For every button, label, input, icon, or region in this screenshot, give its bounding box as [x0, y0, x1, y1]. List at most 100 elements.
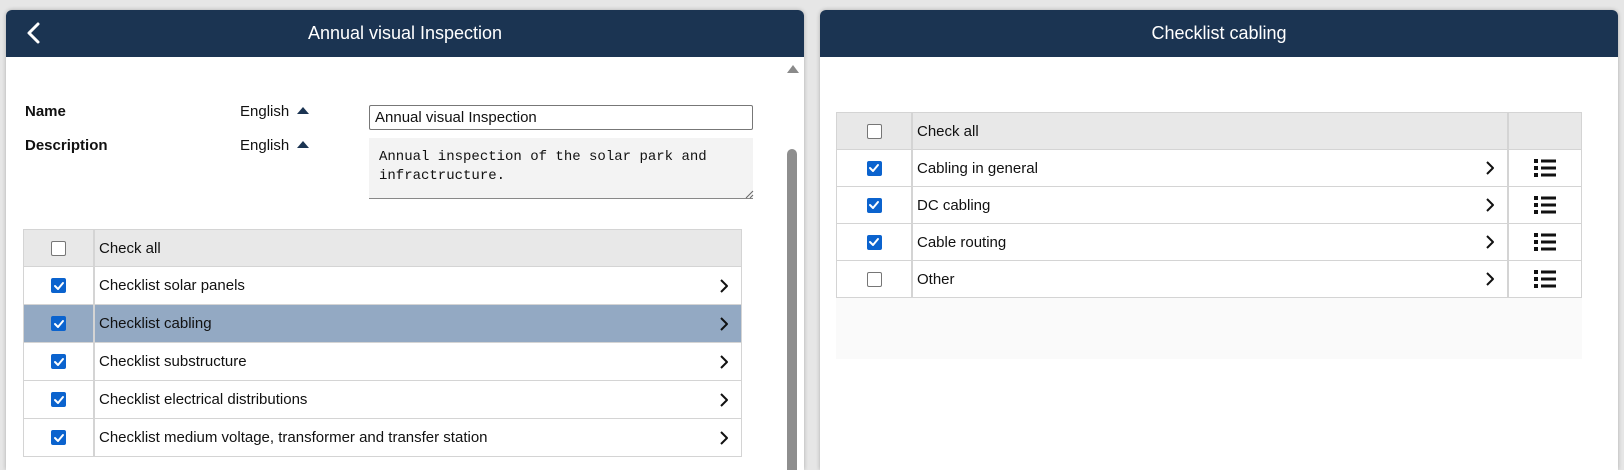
checklist-row[interactable]: Checklist electrical distributions: [23, 381, 742, 419]
chevron-right-icon[interactable]: [1485, 272, 1495, 286]
checklist-row[interactable]: Checklist medium voltage, transformer an…: [23, 419, 742, 457]
checklist-row-label-cell: Checklist medium voltage, transformer an…: [95, 419, 741, 456]
sort-up-icon: [297, 141, 310, 148]
checkmark-icon: [53, 395, 64, 404]
item-checkbox[interactable]: [51, 392, 66, 407]
checklist-item-label-cell: Cabling in general: [913, 150, 1507, 186]
item-checkbox[interactable]: [51, 278, 66, 293]
inspection-body: Name English Description English Check a…: [6, 57, 796, 470]
item-checkbox[interactable]: [51, 316, 66, 331]
checkmark-icon: [53, 281, 64, 290]
list-cell: [1507, 261, 1581, 297]
check-all-checkbox[interactable]: [51, 240, 66, 256]
checklist-detail-header: Checklist cabling: [820, 10, 1618, 57]
check-all-checkbox[interactable]: [866, 123, 882, 139]
name-language-label: English: [240, 103, 290, 120]
description-textarea[interactable]: [369, 138, 753, 199]
chevron-right-icon[interactable]: [719, 278, 729, 293]
checklist-row[interactable]: Checklist solar panels: [23, 267, 742, 305]
check-all-label: Check all: [917, 122, 979, 140]
checklist-detail-title: Checklist cabling: [1151, 23, 1287, 43]
checkmark-icon: [53, 357, 64, 366]
checklist-row[interactable]: Checklist substructure: [23, 343, 742, 381]
chevron-right-icon[interactable]: [1485, 235, 1495, 249]
item-checkbox[interactable]: [866, 160, 882, 176]
chevron-right-icon[interactable]: [719, 430, 729, 445]
checklist-item-label: Other: [917, 270, 955, 288]
checklist-row[interactable]: Checklist cabling: [23, 305, 742, 343]
inspection-header: Annual visual Inspection: [6, 10, 804, 57]
checklist-item-label-cell: Cable routing: [913, 224, 1507, 260]
sort-up-icon: [297, 107, 310, 114]
checklist-table: Check all Checklist solar panels Checklis…: [23, 229, 742, 457]
item-checkbox[interactable]: [866, 197, 882, 213]
checklist-row-label: Checklist substructure: [99, 353, 247, 370]
checkbox-cell: [837, 187, 913, 223]
checkbox-cell: [837, 150, 913, 186]
checkbox-cell: [837, 261, 913, 297]
name-label: Name: [25, 103, 66, 120]
checklist-item-label: Cabling in general: [917, 159, 1038, 177]
checklist-row-label-cell: Checklist solar panels: [95, 267, 741, 304]
checklist-row-label-cell: Checklist electrical distributions: [95, 381, 741, 418]
check-all-row: Check all: [836, 112, 1582, 150]
chevron-right-icon[interactable]: [719, 316, 729, 331]
name-language-selector[interactable]: English: [240, 103, 310, 120]
list-cell: [1507, 224, 1581, 260]
checkmark-icon: [869, 201, 879, 209]
check-all-cell: [837, 113, 913, 149]
list-icon[interactable]: [1534, 270, 1556, 288]
checklist-item-row[interactable]: DC cabling: [836, 187, 1582, 224]
scrollbar[interactable]: [786, 57, 799, 470]
checkbox-cell: [837, 224, 913, 260]
chevron-right-icon[interactable]: [1485, 161, 1495, 175]
checklist-row-label-cell: Checklist substructure: [95, 343, 741, 380]
description-language-selector[interactable]: English: [240, 137, 310, 154]
checkmark-icon: [53, 319, 64, 328]
resize-handle-icon[interactable]: [745, 190, 754, 199]
checklist-row-label: Checklist electrical distributions: [99, 391, 308, 408]
checklist-item-row[interactable]: Cable routing: [836, 224, 1582, 261]
checklist-detail-panel: Checklist cabling Check all Cabling in g…: [820, 10, 1618, 470]
checklist-item-row[interactable]: Cabling in general: [836, 150, 1582, 187]
checklist-row-label: Checklist medium voltage, transformer an…: [99, 429, 488, 446]
description-language-label: English: [240, 137, 290, 154]
name-input[interactable]: [369, 105, 753, 130]
item-checkbox[interactable]: [51, 354, 66, 369]
list-cell: [1507, 187, 1581, 223]
checklist-row-label-cell: Checklist cabling: [95, 305, 741, 342]
check-all-row: Check all: [23, 229, 742, 267]
checklist-items-table: Check all Cabling in general DC cabling Ca…: [836, 112, 1582, 298]
scroll-up-arrow-icon[interactable]: [787, 65, 799, 73]
list-icon[interactable]: [1534, 233, 1556, 251]
checkmark-icon: [53, 433, 64, 442]
back-arrow-icon[interactable]: [22, 20, 48, 46]
item-checkbox[interactable]: [866, 271, 882, 287]
check-all-cell: [24, 230, 95, 266]
inspection-title: Annual visual Inspection: [307, 23, 503, 43]
inspection-panel: Annual visual Inspection Name English De…: [6, 10, 804, 470]
checklist-items-area: Check all Cabling in general DC cabling Ca…: [836, 112, 1582, 359]
checkbox-cell: [24, 343, 95, 380]
chevron-right-icon[interactable]: [719, 354, 729, 369]
scroll-thumb[interactable]: [787, 149, 797, 470]
checkbox-cell: [24, 381, 95, 418]
item-checkbox[interactable]: [51, 430, 66, 445]
list-icon[interactable]: [1534, 159, 1556, 177]
checkmark-icon: [869, 238, 879, 246]
chevron-right-icon[interactable]: [1485, 198, 1495, 212]
checkbox-cell: [24, 267, 95, 304]
checklist-row-label: Checklist solar panels: [99, 277, 245, 294]
checkbox-cell: [24, 419, 95, 456]
item-checkbox[interactable]: [866, 234, 882, 250]
checklist-item-label-cell: DC cabling: [913, 187, 1507, 223]
checklist-item-label-cell: Other: [913, 261, 1507, 297]
checkmark-icon: [869, 164, 879, 172]
checklist-row-label: Checklist cabling: [99, 315, 212, 332]
checkbox-cell: [24, 305, 95, 342]
checklist-item-label: DC cabling: [917, 196, 991, 214]
list-icon[interactable]: [1534, 196, 1556, 214]
checklist-item-row[interactable]: Other: [836, 261, 1582, 298]
chevron-right-icon[interactable]: [719, 392, 729, 407]
list-cell: [1507, 150, 1581, 186]
